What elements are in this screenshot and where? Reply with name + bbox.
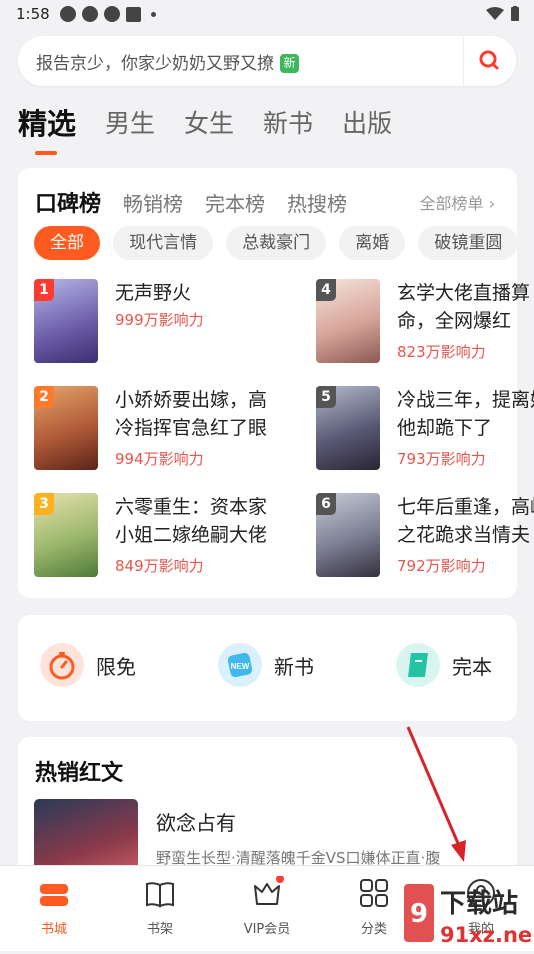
rank-badge: 1 <box>34 279 54 301</box>
watermark-url: 91xz.net <box>440 923 532 947</box>
quick-new[interactable]: NEW 新书 <box>218 643 314 687</box>
tab-publishing[interactable]: 出版 <box>342 104 392 143</box>
book-item[interactable]: 1 无声野火 999万影响力 <box>34 279 274 371</box>
tab-new-books[interactable]: 新书 <box>263 104 313 143</box>
notification-icon <box>82 6 98 22</box>
book-influence: 793万影响力 <box>397 450 486 468</box>
rank-tab-reputation[interactable]: 口碑榜 <box>35 186 101 218</box>
status-time: 1:58 <box>16 5 50 23</box>
book-cover: 6 <box>316 493 380 577</box>
book-item[interactable]: 5 冷战三年，提离婚他却跪下了 793万影响力 <box>316 386 534 478</box>
section-title: 热销红文 <box>35 761 124 786</box>
book-cover: 2 <box>34 386 98 470</box>
rank-badge: 2 <box>34 386 54 408</box>
book-influence: 994万影响力 <box>115 450 204 468</box>
quick-completed-label: 完本 <box>452 654 492 679</box>
book-influence: 999万影响力 <box>115 311 204 329</box>
watermark-logo-icon: 9 下载站 91xz.net <box>404 884 534 947</box>
quick-completed[interactable]: 完本 <box>396 643 492 687</box>
search-input[interactable]: 报告京少，你家少奶奶又野又撩新 <box>36 49 299 74</box>
rank-badge: 5 <box>316 386 336 408</box>
book-cover: 3 <box>34 493 98 577</box>
chip-all[interactable]: 全部 <box>34 226 100 260</box>
svg-text:9: 9 <box>410 899 428 929</box>
stopwatch-icon <box>40 643 84 687</box>
rank-tab-completed[interactable]: 完本榜 <box>205 188 265 217</box>
book-icon <box>146 882 174 908</box>
book-influence: 823万影响力 <box>397 343 486 361</box>
notification-icon <box>60 6 76 22</box>
nav-vip[interactable]: VIP会员 <box>227 875 307 937</box>
crown-icon <box>254 875 284 905</box>
nav-bookshelf[interactable]: 书架 <box>120 876 200 937</box>
new-book-icon: NEW <box>218 643 262 687</box>
quick-new-label: 新书 <box>274 654 314 679</box>
search-icon <box>479 50 499 70</box>
book-title: 无声野火 <box>115 282 192 304</box>
rank-tab-bestseller[interactable]: 畅销榜 <box>123 188 183 217</box>
book-influence: 792万影响力 <box>397 557 486 575</box>
nav-bookstore[interactable]: 书城 <box>14 876 94 937</box>
all-rankings-link[interactable]: 全部榜单 › <box>420 190 496 214</box>
rank-badge: 3 <box>34 493 54 515</box>
book-item[interactable]: 4 玄学大佬直播算命，全网爆红 823万影响力 <box>316 279 534 371</box>
chip-ceo[interactable]: 总裁豪门 <box>226 226 327 260</box>
ranking-card: 口碑榜 畅销榜 完本榜 热搜榜 全部榜单 › 全部 现代言情 总裁豪门 离婚 破… <box>18 168 534 598</box>
book-title: 冷战三年，提离婚他却跪下了 <box>397 389 534 439</box>
book-cover: 4 <box>316 279 380 363</box>
nav-label: 书架 <box>146 922 173 937</box>
book-title: 小娇娇要出嫁，高冷指挥官急红了眼 <box>115 389 268 439</box>
rank-badge: 4 <box>316 279 336 301</box>
chip-modern-romance[interactable]: 现代言情 <box>113 226 214 260</box>
search-placeholder: 报告京少，你家少奶奶又野又撩 <box>36 54 274 74</box>
channel-tabs: 精选 男生 女生 新书 出版 <box>18 101 421 155</box>
tab-featured[interactable]: 精选 <box>18 101 76 155</box>
tab-male[interactable]: 男生 <box>105 104 155 143</box>
watermark-text: 下载站 <box>440 889 518 919</box>
nav-label: 书城 <box>40 922 67 937</box>
genre-chips: 全部 现代言情 总裁豪门 离婚 破镜重圆 <box>34 226 517 262</box>
chip-divorce[interactable]: 离婚 <box>339 226 406 260</box>
book-cover: 5 <box>316 386 380 470</box>
book-item[interactable]: 6 七年后重逢，高岭之花跪求当情夫 792万影响力 <box>316 493 534 585</box>
chip-reunion[interactable]: 破镜重圆 <box>418 226 517 260</box>
completed-book-icon <box>396 643 440 687</box>
more-notifications-icon <box>151 11 156 17</box>
book-influence: 849万影响力 <box>115 557 204 575</box>
tab-female[interactable]: 女生 <box>184 104 234 143</box>
quick-entry-card: 限免 NEW 新书 完本 <box>18 615 517 721</box>
svg-text:NEW: NEW <box>231 662 250 671</box>
book-item[interactable]: 2 小娇娇要出嫁，高冷指挥官急红了眼 994万影响力 <box>34 386 274 478</box>
search-button[interactable] <box>463 36 516 86</box>
book-cover: 1 <box>34 279 98 363</box>
rank-tab-hot-search[interactable]: 热搜榜 <box>287 188 347 217</box>
bookstore-icon <box>40 884 68 906</box>
book-item[interactable]: 3 六零重生：资本家小姐二嫁绝嗣大佬 849万影响力 <box>34 493 274 585</box>
quick-free-label: 限免 <box>96 654 136 679</box>
rank-badge: 6 <box>316 493 336 515</box>
status-bar: 1:58 <box>0 0 534 28</box>
battery-icon <box>511 6 519 21</box>
book-title: 六零重生：资本家小姐二嫁绝嗣大佬 <box>115 496 268 546</box>
nav-label: VIP会员 <box>243 922 291 937</box>
book-title: 玄学大佬直播算命，全网爆红 <box>397 282 531 332</box>
grid-icon <box>360 879 388 907</box>
new-badge: 新 <box>280 54 299 73</box>
search-bar[interactable]: 报告京少，你家少奶奶又野又撩新 <box>18 36 516 86</box>
site-watermark: 9 下载站 91xz.net <box>402 880 534 950</box>
notification-icon <box>126 6 141 22</box>
notification-icon <box>104 6 120 22</box>
wifi-icon <box>486 7 504 20</box>
quick-free[interactable]: 限免 <box>40 643 136 687</box>
book-title: 七年后重逢，高岭之花跪求当情夫 <box>397 496 534 546</box>
book-title[interactable]: 欲念占有 <box>156 807 236 836</box>
